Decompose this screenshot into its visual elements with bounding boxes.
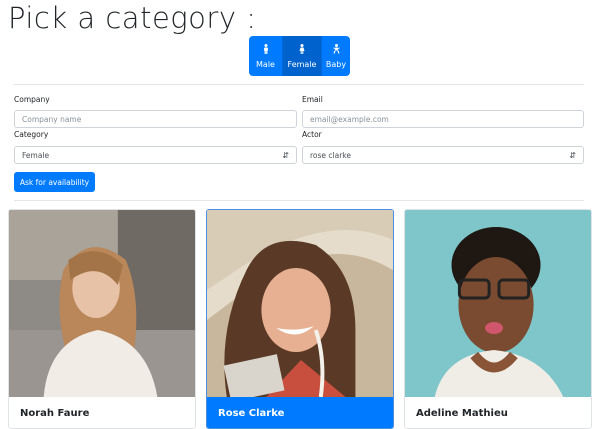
- company-input[interactable]: [22, 114, 289, 124]
- actor-card-name: Norah Faure: [20, 408, 90, 419]
- baby-category-label: Baby: [325, 59, 347, 69]
- email-label: Email: [302, 95, 323, 104]
- male-category-button[interactable]: Male: [249, 36, 283, 76]
- bottom-divider: [14, 200, 584, 201]
- category-select-value: Female: [22, 150, 50, 160]
- actor-card-norah-faure[interactable]: Norah Faure: [8, 209, 196, 429]
- baby-icon: [332, 43, 340, 57]
- actor-card-adeline-mathieu[interactable]: Adeline Mathieu: [404, 209, 592, 429]
- company-label: Company: [14, 95, 50, 104]
- email-input[interactable]: [310, 114, 576, 124]
- category-label: Category: [14, 130, 49, 139]
- actor-label: Actor: [302, 130, 322, 139]
- company-field[interactable]: [14, 110, 297, 128]
- male-category-label: Male: [256, 59, 275, 69]
- baby-category-button[interactable]: Baby: [322, 36, 350, 76]
- select-arrows-icon: ⇵: [569, 150, 576, 160]
- actor-card-name: Rose Clarke: [207, 397, 393, 428]
- actor-card-name: Adeline Mathieu: [416, 408, 508, 419]
- email-field[interactable]: [302, 110, 584, 128]
- female-category-button[interactable]: Female: [283, 36, 322, 76]
- female-category-label: Female: [287, 59, 317, 69]
- actor-photo: [207, 210, 393, 397]
- male-icon: [263, 43, 269, 57]
- actor-photo: [405, 210, 591, 397]
- select-arrows-icon: ⇵: [282, 150, 289, 160]
- top-divider: [14, 84, 584, 85]
- page-title: Pick a category :: [8, 1, 257, 35]
- category-select[interactable]: Female ⇵: [14, 146, 297, 164]
- actor-photo: [9, 210, 195, 397]
- category-button-group: Male Female Baby: [249, 36, 350, 76]
- actor-select-value: rose clarke: [310, 150, 351, 160]
- actor-select[interactable]: rose clarke ⇵: [302, 146, 584, 164]
- female-icon: [299, 43, 305, 57]
- ask-availability-button[interactable]: Ask for availability: [14, 172, 95, 192]
- actor-card-rose-clarke[interactable]: Rose Clarke: [206, 209, 394, 429]
